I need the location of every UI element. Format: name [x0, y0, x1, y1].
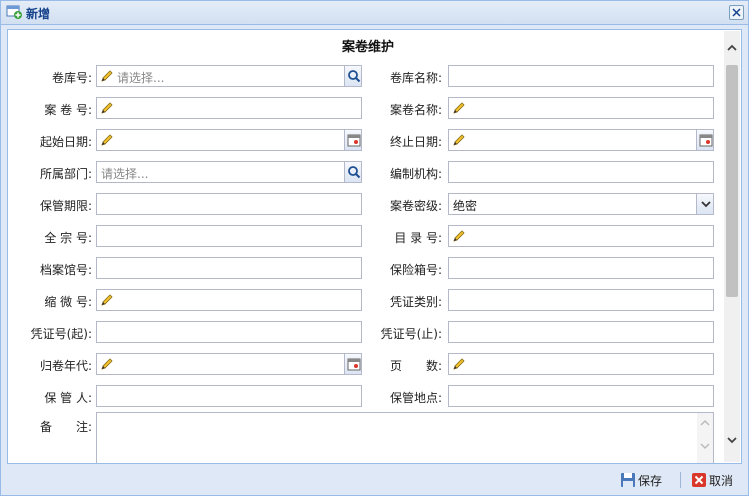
- text-field[interactable]: [96, 97, 362, 119]
- date-field[interactable]: [448, 129, 714, 151]
- select-field[interactable]: 绝密: [448, 193, 714, 215]
- chevron-down-icon: [700, 443, 710, 450]
- right-field-label: 卷库名称:: [389, 71, 442, 85]
- text-field[interactable]: [448, 321, 714, 343]
- right-field-label: 目 录 号:: [394, 231, 442, 245]
- save-button[interactable]: 保存: [620, 471, 662, 489]
- placeholder-text: 请选择...: [117, 71, 165, 85]
- save-label: 保存: [638, 473, 663, 488]
- pencil-icon: [452, 133, 466, 147]
- left-field-label: 档案馆号:: [39, 263, 92, 277]
- right-field-label: 编制机构:: [389, 167, 442, 181]
- text-field[interactable]: [448, 65, 714, 87]
- close-icon: [732, 8, 741, 17]
- close-button[interactable]: [729, 5, 744, 20]
- left-field-label: 全 宗 号:: [44, 231, 92, 245]
- left-field-label: 案 卷 号:: [44, 103, 92, 117]
- pencil-icon: [452, 357, 466, 371]
- search-field[interactable]: 请选择...: [96, 65, 362, 87]
- field-value: 绝密: [453, 199, 478, 213]
- remark-textarea[interactable]: [96, 412, 714, 463]
- scroll-up-icon[interactable]: [727, 43, 737, 53]
- pencil-icon: [452, 101, 466, 115]
- left-field-label: 缩 微 号:: [44, 295, 92, 309]
- right-field-label: 案卷名称:: [389, 103, 442, 117]
- right-field-label: 页 数:: [389, 359, 442, 373]
- text-field[interactable]: [448, 385, 714, 407]
- pencil-icon: [100, 69, 114, 83]
- text-field[interactable]: [448, 161, 714, 183]
- cancel-label: 取消: [709, 473, 734, 488]
- search-trigger[interactable]: [344, 161, 362, 183]
- right-field-label: 保险箱号:: [389, 263, 442, 277]
- right-field-label: 案卷密级:: [389, 199, 442, 213]
- text-field[interactable]: [448, 289, 714, 311]
- scroll-thumb[interactable]: [726, 65, 738, 297]
- remark-label: 备 注:: [39, 420, 92, 434]
- dialog-window: 新增 案卷维护 卷库号: 请选择... 案 卷 号: 起始日期: 所属部门: 请选择...…: [0, 0, 749, 496]
- form-title: 案卷维护: [341, 40, 394, 55]
- left-field-label: 所属部门:: [39, 167, 92, 181]
- remark-scrollbar[interactable]: [697, 413, 713, 463]
- left-field-label: 保 管 人:: [44, 391, 92, 405]
- text-field[interactable]: [96, 257, 362, 279]
- chevron-up-icon: [700, 419, 710, 426]
- cancel-icon: [692, 473, 706, 487]
- pencil-icon: [452, 229, 466, 243]
- left-field-label: 归卷年代:: [39, 359, 92, 373]
- search-field[interactable]: 请选择...: [96, 161, 362, 183]
- text-field[interactable]: [96, 225, 362, 247]
- toolbar-separator: [680, 472, 681, 488]
- placeholder-text: 请选择...: [101, 167, 149, 181]
- left-field-label: 保管期限:: [39, 199, 92, 213]
- text-field[interactable]: [448, 353, 714, 375]
- text-field[interactable]: [96, 385, 362, 407]
- text-field[interactable]: [448, 97, 714, 119]
- date-field[interactable]: [96, 129, 362, 151]
- scroll-down-icon[interactable]: [727, 435, 737, 445]
- text-field[interactable]: [448, 225, 714, 247]
- save-icon: [621, 473, 635, 487]
- window-title: 新增: [26, 7, 51, 21]
- date-picker-trigger[interactable]: [344, 353, 362, 375]
- right-field-label: 凭证类别:: [389, 295, 442, 309]
- date-picker-trigger[interactable]: [344, 129, 362, 151]
- text-field[interactable]: [96, 289, 362, 311]
- pencil-icon: [100, 133, 114, 147]
- window-add-icon: [6, 5, 22, 19]
- date-field[interactable]: [96, 353, 362, 375]
- search-trigger[interactable]: [344, 65, 362, 87]
- cancel-button[interactable]: 取消: [691, 471, 733, 489]
- text-field[interactable]: [448, 257, 714, 279]
- pencil-icon: [100, 357, 114, 371]
- right-field-label: 凭证号(止):: [380, 327, 442, 341]
- footer-toolbar: 保存 取消: [1, 465, 748, 495]
- pencil-icon: [100, 293, 114, 307]
- left-field-label: 起始日期:: [39, 135, 92, 149]
- title-bar[interactable]: 新增: [1, 1, 748, 25]
- text-field[interactable]: [96, 193, 362, 215]
- form-panel: 案卷维护 卷库号: 请选择... 案 卷 号: 起始日期: 所属部门: 请选择... 保管期…: [7, 29, 742, 464]
- date-picker-trigger[interactable]: [696, 129, 714, 151]
- left-field-label: 凭证号(起):: [30, 327, 92, 341]
- left-field-label: 卷库号:: [51, 71, 92, 85]
- pencil-icon: [100, 101, 114, 115]
- dropdown-trigger[interactable]: [696, 193, 714, 215]
- right-field-label: 保管地点:: [389, 391, 442, 405]
- text-field[interactable]: [96, 321, 362, 343]
- right-field-label: 终止日期:: [389, 135, 442, 149]
- panel-scrollbar[interactable]: [724, 31, 740, 462]
